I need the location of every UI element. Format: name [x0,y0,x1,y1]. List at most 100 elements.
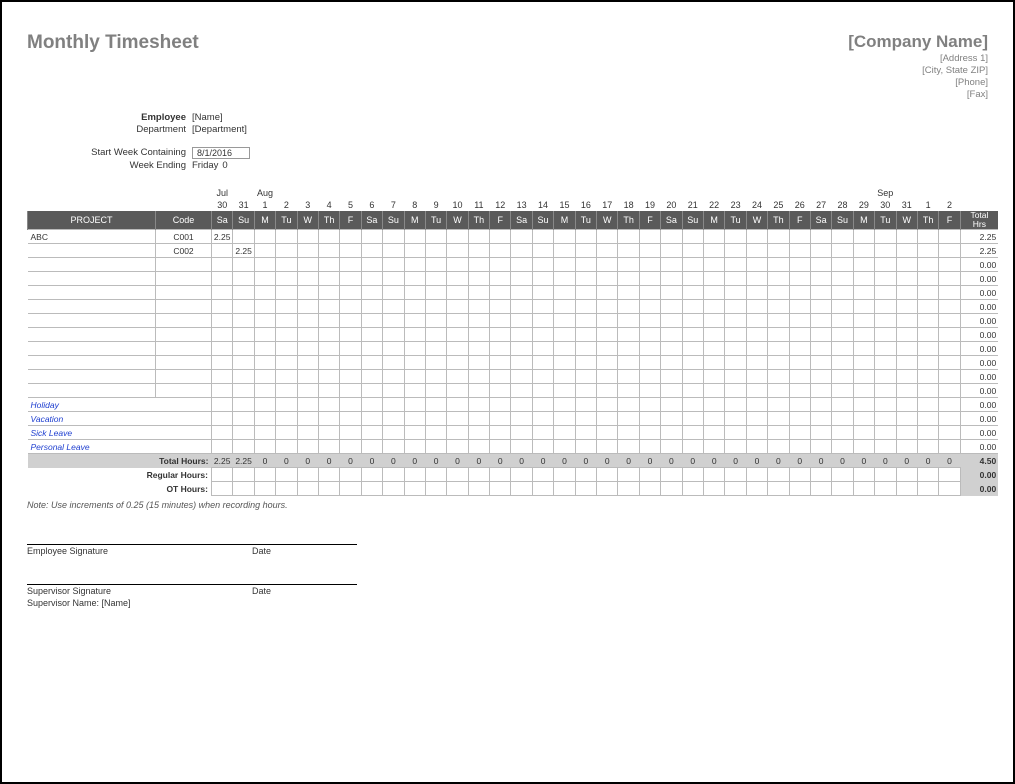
hours-cell[interactable] [597,440,618,454]
hours-cell[interactable] [896,398,917,412]
hours-cell[interactable] [361,272,382,286]
hours-cell[interactable] [340,398,361,412]
hours-cell[interactable] [468,230,489,244]
hours-cell[interactable] [875,440,896,454]
hours-cell[interactable] [318,286,339,300]
hours-cell[interactable] [853,272,874,286]
hours-cell[interactable] [425,272,446,286]
hours-cell[interactable] [661,244,682,258]
ot-hours-cell[interactable] [682,482,703,496]
hours-cell[interactable] [939,356,960,370]
hours-cell[interactable] [575,300,596,314]
hours-cell[interactable] [853,230,874,244]
hours-cell[interactable] [875,258,896,272]
hours-cell[interactable] [383,286,404,300]
hours-cell[interactable] [233,286,254,300]
hours-cell[interactable] [233,300,254,314]
regular-hours-cell[interactable] [340,468,361,482]
hours-cell[interactable] [254,398,275,412]
project-cell[interactable] [28,272,156,286]
hours-cell[interactable] [875,356,896,370]
hours-cell[interactable] [212,412,233,426]
ot-hours-cell[interactable] [896,482,917,496]
hours-cell[interactable] [254,426,275,440]
hours-cell[interactable] [575,426,596,440]
hours-cell[interactable] [490,328,511,342]
hours-cell[interactable] [639,328,660,342]
hours-cell[interactable] [853,440,874,454]
hours-cell[interactable]: 2.25 [233,244,254,258]
regular-hours-cell[interactable] [490,468,511,482]
hours-cell[interactable] [746,314,767,328]
hours-cell[interactable] [511,342,532,356]
hours-cell[interactable] [212,300,233,314]
hours-cell[interactable] [254,412,275,426]
hours-cell[interactable] [725,286,746,300]
hours-cell[interactable] [661,440,682,454]
hours-cell[interactable] [682,314,703,328]
hours-cell[interactable] [618,356,639,370]
code-cell[interactable] [156,384,212,398]
hours-cell[interactable] [511,426,532,440]
hours-cell[interactable] [425,258,446,272]
hours-cell[interactable] [254,286,275,300]
ot-hours-cell[interactable] [297,482,318,496]
regular-hours-cell[interactable] [746,468,767,482]
hours-cell[interactable] [939,384,960,398]
hours-cell[interactable] [853,244,874,258]
hours-cell[interactable] [768,356,789,370]
hours-cell[interactable] [939,230,960,244]
hours-cell[interactable] [511,230,532,244]
hours-cell[interactable] [618,230,639,244]
hours-cell[interactable] [789,328,810,342]
code-cell[interactable] [156,370,212,384]
hours-cell[interactable] [768,328,789,342]
hours-cell[interactable] [618,300,639,314]
regular-hours-cell[interactable] [768,468,789,482]
hours-cell[interactable] [597,356,618,370]
hours-cell[interactable] [789,384,810,398]
project-cell[interactable] [28,244,156,258]
hours-cell[interactable] [212,398,233,412]
hours-cell[interactable] [212,440,233,454]
hours-cell[interactable] [554,398,575,412]
hours-cell[interactable] [768,230,789,244]
hours-cell[interactable] [575,328,596,342]
hours-cell[interactable] [532,440,553,454]
ot-hours-cell[interactable] [810,482,831,496]
hours-cell[interactable] [789,426,810,440]
hours-cell[interactable] [340,230,361,244]
hours-cell[interactable] [383,230,404,244]
hours-cell[interactable] [746,342,767,356]
hours-cell[interactable] [554,230,575,244]
hours-cell[interactable] [939,342,960,356]
hours-cell[interactable] [511,440,532,454]
hours-cell[interactable] [703,384,724,398]
hours-cell[interactable] [682,300,703,314]
hours-cell[interactable] [875,328,896,342]
hours-cell[interactable] [383,384,404,398]
project-cell[interactable] [28,300,156,314]
hours-cell[interactable] [768,300,789,314]
hours-cell[interactable] [447,314,468,328]
hours-cell[interactable] [490,272,511,286]
regular-hours-cell[interactable] [639,468,660,482]
hours-cell[interactable] [532,370,553,384]
hours-cell[interactable] [832,258,853,272]
project-cell[interactable] [28,286,156,300]
ot-hours-cell[interactable] [276,482,297,496]
ot-hours-cell[interactable] [703,482,724,496]
hours-cell[interactable] [810,300,831,314]
hours-cell[interactable] [810,328,831,342]
hours-cell[interactable] [725,342,746,356]
hours-cell[interactable] [768,286,789,300]
hours-cell[interactable] [490,314,511,328]
hours-cell[interactable] [917,370,938,384]
hours-cell[interactable] [725,244,746,258]
code-cell[interactable] [156,356,212,370]
hours-cell[interactable] [853,412,874,426]
hours-cell[interactable] [875,370,896,384]
hours-cell[interactable] [340,356,361,370]
hours-cell[interactable] [896,230,917,244]
hours-cell[interactable] [618,412,639,426]
